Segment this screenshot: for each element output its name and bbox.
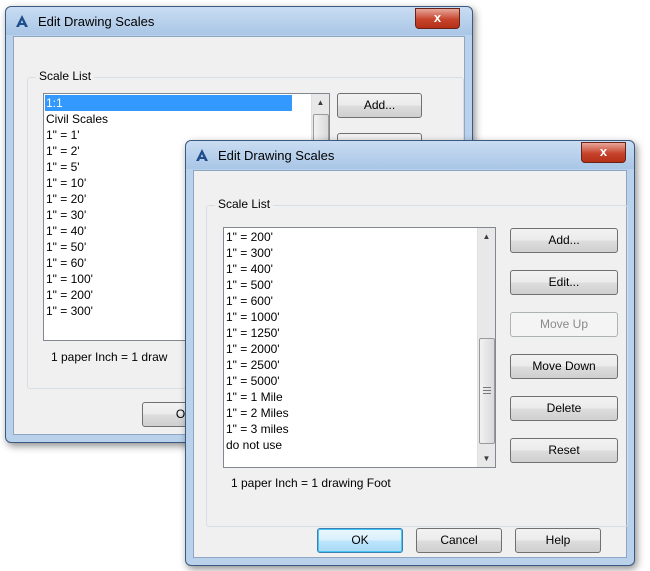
list-item[interactable]: 1" = 2500' (225, 357, 475, 373)
list-item[interactable]: 1" = 500' (225, 277, 475, 293)
close-icon: x (599, 144, 608, 159)
back-add-button[interactable]: Add... (337, 93, 422, 118)
list-item[interactable]: 1" = 2000' (225, 341, 475, 357)
front-list-scrollbar[interactable]: ▲ ▼ (477, 228, 495, 467)
list-item[interactable]: Civil Scales (45, 111, 295, 127)
reset-button[interactable]: Reset (510, 438, 618, 463)
scroll-up-arrow-icon[interactable]: ▲ (478, 228, 495, 245)
add-button[interactable]: Add... (510, 228, 618, 253)
list-item[interactable]: 1" = 300' (225, 245, 475, 261)
scroll-thumb[interactable] (479, 338, 495, 444)
autocad-a-icon (16, 15, 28, 27)
list-item[interactable]: 1" = 1 Mile (225, 389, 475, 405)
list-item[interactable]: 1" = 1250' (225, 325, 475, 341)
list-item[interactable]: 1" = 600' (225, 293, 475, 309)
list-item[interactable]: 1" = 5000' (225, 373, 475, 389)
list-item[interactable]: 1" = 3 miles (225, 421, 475, 437)
back-dialog-title: Edit Drawing Scales (38, 14, 155, 29)
front-dialog-close-button[interactable]: x (581, 142, 626, 163)
front-dialog-window: Edit Drawing Scales x Scale List 1" = 20… (185, 140, 635, 566)
front-scale-list-label: Scale List (215, 197, 274, 211)
list-item[interactable]: 1" = 400' (225, 261, 475, 277)
front-dialog-client: Scale List 1" = 200' 1" = 300' 1" = 400'… (193, 170, 628, 558)
help-button[interactable]: Help (515, 528, 601, 553)
back-dialog-titlebar[interactable]: Edit Drawing Scales x (6, 7, 472, 35)
status-text: 1 paper Inch = 1 drawing Foot (231, 476, 391, 490)
list-item[interactable]: 1" = 200' (225, 229, 475, 245)
front-dialog-titlebar[interactable]: Edit Drawing Scales x (186, 141, 634, 169)
edit-button[interactable]: Edit... (510, 270, 618, 295)
back-status-text: 1 paper Inch = 1 draw (51, 350, 168, 364)
front-scale-listbox[interactable]: 1" = 200' 1" = 300' 1" = 400' 1" = 500' … (223, 227, 496, 468)
back-dialog-close-button[interactable]: x (415, 8, 460, 29)
close-icon: x (433, 10, 442, 25)
list-item[interactable]: 1" = 1000' (225, 309, 475, 325)
delete-button[interactable]: Delete (510, 396, 618, 421)
move-down-button[interactable]: Move Down (510, 354, 618, 379)
autocad-a-icon (196, 149, 208, 161)
front-dialog-title: Edit Drawing Scales (218, 148, 335, 163)
back-scale-list-label: Scale List (36, 69, 95, 83)
list-item[interactable]: 1:1 (45, 95, 292, 111)
scroll-up-arrow-icon[interactable]: ▲ (312, 94, 329, 111)
ok-button[interactable]: OK (317, 528, 403, 553)
move-up-button[interactable]: Move Up (510, 312, 618, 337)
cancel-button[interactable]: Cancel (416, 528, 502, 553)
scroll-down-arrow-icon[interactable]: ▼ (478, 450, 495, 467)
list-item[interactable]: do not use (225, 437, 475, 453)
list-item[interactable]: 1" = 2 Miles (225, 405, 475, 421)
